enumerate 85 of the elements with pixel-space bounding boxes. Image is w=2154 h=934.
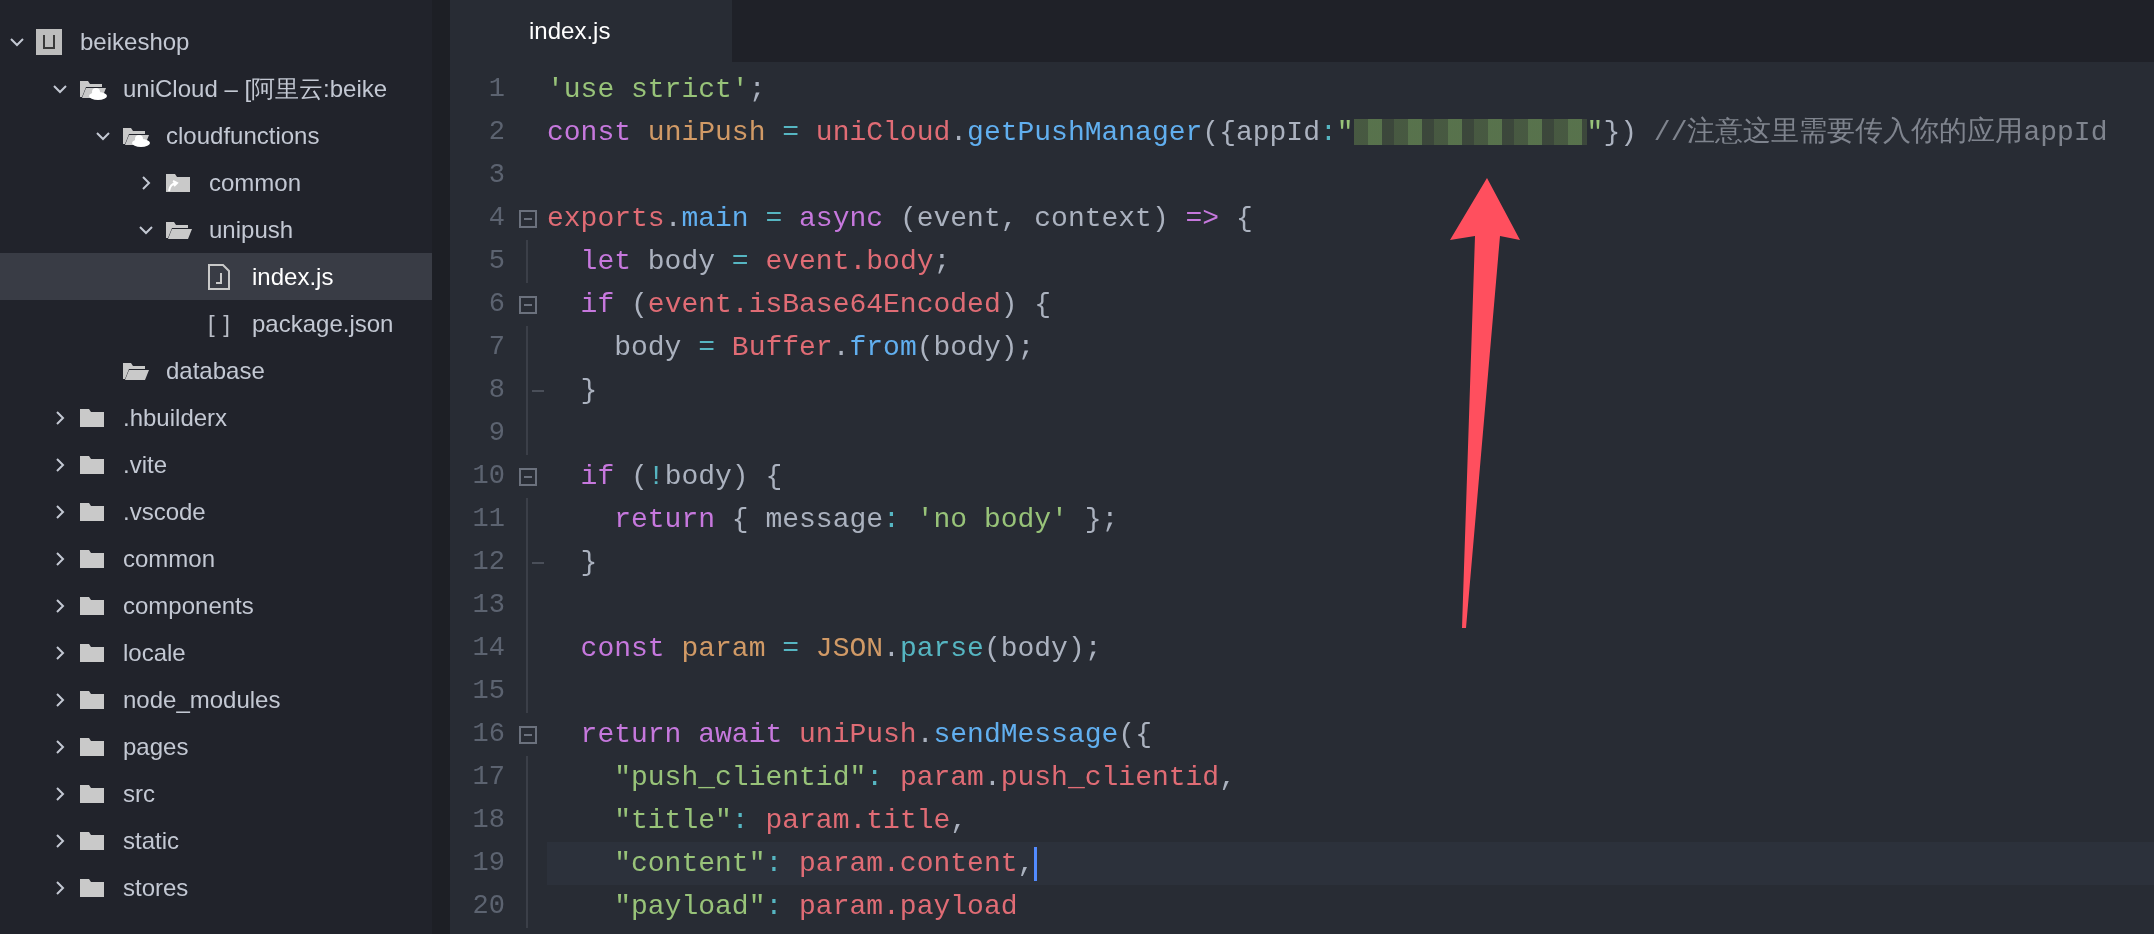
code-line: } bbox=[579, 373, 598, 408]
tree-item[interactable]: .hbuilderx bbox=[0, 394, 432, 441]
line-number: 16 bbox=[471, 718, 506, 752]
tree-item[interactable]: unipush bbox=[0, 206, 432, 253]
code-line: 'use strict'; bbox=[547, 72, 766, 107]
folder-name: common bbox=[123, 543, 216, 574]
folder-name: .vite bbox=[123, 449, 167, 480]
line-number: 10 bbox=[471, 460, 506, 494]
folder-name: .hbuilderx bbox=[123, 402, 228, 433]
folder-name: stores bbox=[123, 872, 189, 903]
folder-name: uniCloud – [阿里云:beike bbox=[123, 73, 388, 104]
line-number: 2 bbox=[487, 116, 506, 150]
line-number: 17 bbox=[471, 761, 506, 795]
line-number: 1 bbox=[487, 73, 506, 107]
tree-item[interactable]: pages bbox=[0, 723, 432, 770]
code-line: exports.main = async (event, context) => { bbox=[547, 201, 1253, 236]
code-line: "content": param.content, bbox=[613, 846, 1035, 881]
code-line: if (!body) { bbox=[579, 459, 783, 494]
folder-name: locale bbox=[123, 637, 186, 668]
tree-item[interactable]: [ ] package.json bbox=[0, 300, 432, 347]
line-number: 14 bbox=[471, 632, 506, 666]
fold-icon[interactable] bbox=[518, 295, 537, 314]
tree-item[interactable]: beikeshop bbox=[0, 18, 432, 65]
tree-item[interactable]: uniCloud – [阿里云:beike bbox=[0, 65, 432, 112]
tree-item[interactable]: components bbox=[0, 582, 432, 629]
line-number: 15 bbox=[471, 675, 506, 709]
line-number: 9 bbox=[487, 417, 506, 451]
tree-item[interactable]: cloudfunctions bbox=[0, 112, 432, 159]
code-line: body = Buffer.from(body); bbox=[613, 330, 1035, 365]
line-number: 4 bbox=[487, 202, 506, 236]
project-icon bbox=[36, 28, 62, 55]
file-icon bbox=[208, 263, 230, 290]
code-line: return { message: 'no body' }; bbox=[613, 502, 1119, 537]
fold-end-marker bbox=[531, 561, 544, 564]
editor-tab[interactable]: index.js bbox=[450, 0, 732, 62]
line-number: 7 bbox=[487, 331, 506, 365]
file-name: package.json bbox=[252, 308, 394, 339]
line-number: 3 bbox=[487, 159, 506, 193]
line-number: 12 bbox=[471, 546, 506, 580]
line-number: 20 bbox=[471, 890, 506, 924]
fold-end-marker bbox=[531, 389, 544, 392]
folder-name: cloudfunctions bbox=[166, 120, 320, 151]
tree-item[interactable]: node_modules bbox=[0, 676, 432, 723]
tree-item[interactable]: .vite bbox=[0, 441, 432, 488]
line-number: 8 bbox=[487, 374, 506, 408]
code-line: "push_clientid": param.push_clientid, bbox=[613, 760, 1236, 795]
tree-item[interactable]: common bbox=[0, 159, 432, 206]
code-line: "title": param.title, bbox=[613, 803, 968, 838]
file-type-glyph: [ ] bbox=[208, 308, 231, 339]
text-cursor bbox=[1034, 846, 1038, 881]
tree-item[interactable]: index.js bbox=[0, 253, 432, 300]
fold-icon[interactable] bbox=[518, 467, 537, 486]
tree-item[interactable]: common bbox=[0, 535, 432, 582]
code-line: const uniPush = uniCloud.getPushManager({appId:" "}) //注意这里需要传入你的应用appId bbox=[547, 115, 2108, 150]
tree-item[interactable]: src bbox=[0, 770, 432, 817]
line-number: 11 bbox=[471, 503, 506, 537]
tree-item[interactable]: database bbox=[0, 347, 432, 394]
folder-name: unipush bbox=[209, 214, 294, 245]
code-line: "payload": param.payload bbox=[613, 889, 1018, 924]
folder-name: common bbox=[209, 167, 302, 198]
code-line: let body = event.body; bbox=[579, 244, 951, 279]
tree-item[interactable]: locale bbox=[0, 629, 432, 676]
folder-name: src bbox=[123, 778, 155, 809]
line-number: 5 bbox=[487, 245, 506, 279]
folder-name: pages bbox=[123, 731, 189, 762]
folder-name: components bbox=[123, 590, 254, 621]
code-line: const param = JSON.parse(body); bbox=[579, 631, 1102, 666]
line-number: 18 bbox=[471, 804, 506, 838]
line-number: 13 bbox=[471, 589, 506, 623]
fold-icon[interactable] bbox=[518, 209, 537, 228]
code-line: } bbox=[579, 545, 598, 580]
tree-item[interactable]: static bbox=[0, 817, 432, 864]
folder-name: database bbox=[166, 355, 265, 386]
line-number: 19 bbox=[471, 847, 506, 881]
fold-icon[interactable] bbox=[518, 725, 537, 744]
folder-name: .vscode bbox=[123, 496, 206, 527]
line-number: 6 bbox=[487, 288, 506, 322]
tree-item[interactable]: stores bbox=[0, 864, 432, 911]
folder-name: beikeshop bbox=[80, 26, 190, 57]
tree-item[interactable]: .vscode bbox=[0, 488, 432, 535]
folder-name: static bbox=[123, 825, 179, 856]
file-name: index.js bbox=[252, 261, 334, 292]
code-line: return await uniPush.sendMessage({ bbox=[579, 717, 1152, 752]
code-line: if (event.isBase64Encoded) { bbox=[579, 287, 1052, 322]
folder-name: node_modules bbox=[123, 684, 281, 715]
